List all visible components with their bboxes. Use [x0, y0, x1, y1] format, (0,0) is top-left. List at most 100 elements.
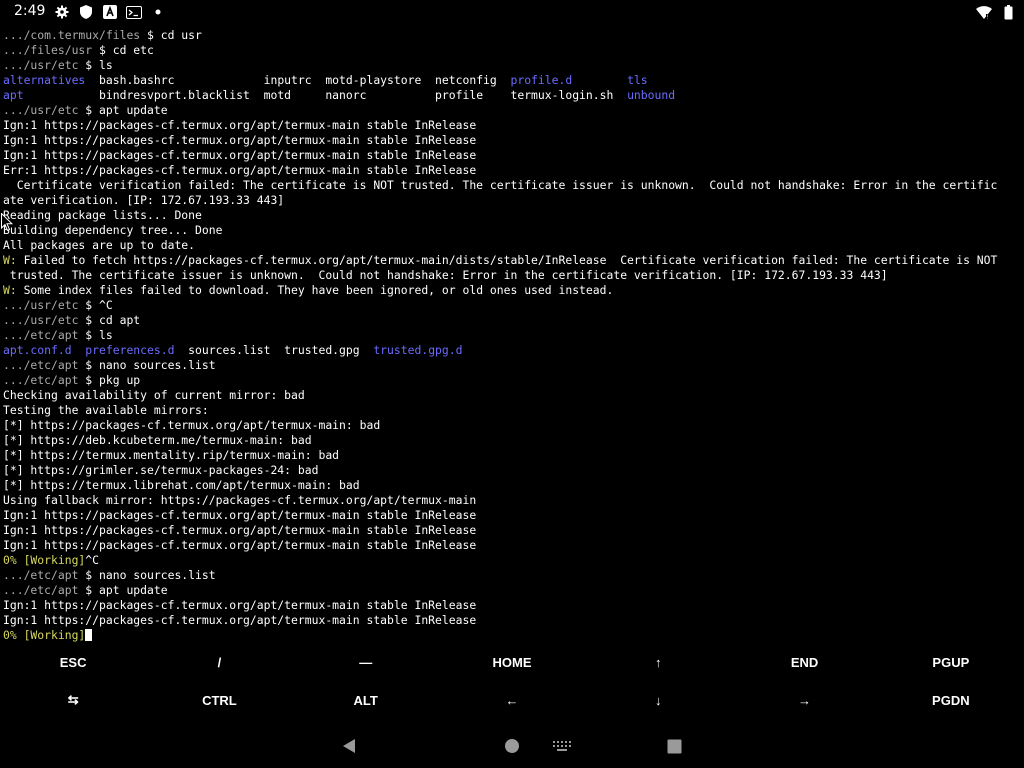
terminal-line: .../usr/etc $ ^C — [3, 298, 1021, 313]
terminal-line: .../etc/apt $ nano sources.list — [3, 358, 1021, 373]
terminal-line: .../etc/apt $ ls — [3, 328, 1021, 343]
terminal-notification-icon — [126, 4, 142, 20]
terminal-text-segment: Building dependency tree... Done — [3, 223, 223, 237]
terminal-line: .../usr/etc $ apt update — [3, 103, 1021, 118]
wifi-icon: ! — [976, 4, 992, 20]
key-alt[interactable]: ALT — [293, 681, 439, 719]
terminal-text-segment: .../usr/etc — [3, 103, 86, 117]
key-pgup[interactable]: PGUP — [878, 643, 1024, 681]
mouse-pointer-icon — [0, 212, 14, 236]
terminal-text-segment: $ cd apt — [85, 313, 141, 327]
terminal-text-segment: apt.conf.d — [3, 343, 72, 357]
terminal-text-segment: Using fallback mirror: https://packages-… — [3, 493, 477, 507]
terminal-text-segment: $ nano sources.list — [85, 358, 216, 372]
terminal-line: [*] https://packages-cf.termux.org/apt/t… — [3, 418, 1021, 433]
terminal-text-segment: $ nano sources.list — [85, 568, 216, 582]
svg-text:!: ! — [986, 14, 988, 19]
status-icons-right: ! — [976, 4, 1016, 20]
key-slash[interactable]: / — [146, 643, 292, 681]
gear-icon — [54, 4, 70, 20]
terminal-text-segment: [*] https://termux.librehat.com/apt/term… — [3, 478, 360, 492]
terminal-text-segment: .../etc/apt — [3, 373, 86, 387]
terminal-text-segment: Ign:1 https://packages-cf.termux.org/apt… — [3, 118, 477, 132]
key-right-arrow[interactable]: → — [731, 681, 877, 719]
back-icon[interactable] — [337, 734, 361, 758]
terminal-text-segment: Ign:1 https://packages-cf.termux.org/apt… — [3, 598, 477, 612]
terminal-text-segment: Certificate verification failed: The cer… — [3, 178, 998, 192]
terminal-text-segment: alternatives — [3, 73, 86, 87]
terminal-output[interactable]: .../com.termux/files $ cd usr .../files/u… — [3, 28, 1021, 646]
home-icon[interactable] — [500, 734, 524, 758]
terminal-line: Ign:1 https://packages-cf.termux.org/apt… — [3, 598, 1021, 613]
terminal-text-segment: bash.bashrc inputrc motd-playstore netco… — [85, 73, 511, 87]
terminal-text-segment: $ pkg up — [85, 373, 141, 387]
terminal-text-segment: .../usr/etc — [3, 298, 86, 312]
key-home[interactable]: HOME — [439, 643, 585, 681]
key-end[interactable]: END — [731, 643, 877, 681]
terminal-text-segment: apt — [3, 88, 24, 102]
terminal-line: Ign:1 https://packages-cf.termux.org/apt… — [3, 613, 1021, 628]
terminal-line: All packages are up to date. — [3, 238, 1021, 253]
key-ctrl[interactable]: CTRL — [146, 681, 292, 719]
key-esc[interactable]: ESC — [0, 643, 146, 681]
terminal-line: Ign:1 https://packages-cf.termux.org/apt… — [3, 538, 1021, 553]
terminal-line: alternatives bash.bashrc inputrc motd-pl… — [3, 73, 1021, 88]
terminal-line: [*] https://termux.mentality.rip/termux-… — [3, 448, 1021, 463]
terminal-text-segment: [*] https://deb.kcubeterm.me/termux-main… — [3, 433, 312, 447]
keyboard-icon[interactable] — [550, 734, 574, 758]
terminal-text-segment: Reading package lists... Done — [3, 208, 202, 222]
terminal-text-segment: Some index files failed to download. The… — [16, 283, 614, 297]
terminal-text-segment: Ign:1 https://packages-cf.termux.org/apt… — [3, 538, 477, 552]
terminal-line: .../etc/apt $ nano sources.list — [3, 568, 1021, 583]
recents-icon[interactable] — [662, 734, 686, 758]
extra-keys-row-1: ESC / — HOME ↑ END PGUP — [0, 643, 1024, 681]
terminal-line: Using fallback mirror: https://packages-… — [3, 493, 1021, 508]
terminal-text-segment: 0% [Working] — [3, 628, 86, 642]
terminal-text-segment: sources.list trusted.gpg — [174, 343, 374, 357]
terminal-line: Checking availability of current mirror:… — [3, 388, 1021, 403]
terminal-text-segment: Checking availability of current mirror:… — [3, 388, 305, 402]
terminal-text-segment: W: — [3, 253, 17, 267]
terminal-text-segment: unbound — [627, 88, 676, 102]
terminal-text-segment: trusted.gpg.d — [373, 343, 463, 357]
terminal-line: Testing the available mirrors: — [3, 403, 1021, 418]
key-dash[interactable]: — — [293, 643, 439, 681]
status-bar: 2:49 ! — [0, 0, 1024, 24]
shield-icon — [78, 4, 94, 20]
key-left-arrow[interactable]: ← — [439, 681, 585, 719]
terminal-line: Ign:1 https://packages-cf.termux.org/apt… — [3, 118, 1021, 133]
terminal-text-segment: $ ^C — [85, 298, 113, 312]
terminal-line: [*] https://termux.librehat.com/apt/term… — [3, 478, 1021, 493]
terminal-line: [*] https://grimler.se/termux-packages-2… — [3, 463, 1021, 478]
terminal-line: W: Failed to fetch https://packages-cf.t… — [3, 253, 1021, 268]
terminal-text-segment: $ ls — [85, 328, 113, 342]
key-tab[interactable]: ⇆ — [0, 681, 146, 719]
a-app-icon — [102, 4, 118, 20]
terminal-text-segment: .../etc/apt — [3, 568, 86, 582]
terminal-line: .../com.termux/files $ cd usr — [3, 28, 1021, 43]
terminal-line: .../usr/etc $ cd apt — [3, 313, 1021, 328]
terminal-line: Reading package lists... Done — [3, 208, 1021, 223]
terminal-text-segment: $ apt update — [85, 583, 168, 597]
terminal-text-segment: Ign:1 https://packages-cf.termux.org/apt… — [3, 133, 477, 147]
dot-icon — [150, 4, 166, 20]
navigation-bar — [0, 724, 1024, 768]
extra-keys-row-2: ⇆ CTRL ALT ← ↓ → PGDN — [0, 681, 1024, 719]
terminal-line: Ign:1 https://packages-cf.termux.org/apt… — [3, 523, 1021, 538]
key-pgdn[interactable]: PGDN — [878, 681, 1024, 719]
key-down-arrow[interactable]: ↓ — [585, 681, 731, 719]
terminal-text-segment: preferences.d — [85, 343, 175, 357]
status-time: 2:49 — [14, 3, 46, 19]
key-up-arrow[interactable]: ↑ — [585, 643, 731, 681]
terminal-text-segment: W: — [3, 283, 17, 297]
terminal-text-segment: tls — [627, 73, 648, 87]
terminal-text-segment: profile.d — [510, 73, 573, 87]
terminal-text-segment: $ ls — [85, 58, 113, 72]
terminal-line: Ign:1 https://packages-cf.termux.org/apt… — [3, 148, 1021, 163]
terminal-line: Building dependency tree... Done — [3, 223, 1021, 238]
terminal-text-segment: [*] https://packages-cf.termux.org/apt/t… — [3, 418, 381, 432]
terminal-line: Ign:1 https://packages-cf.termux.org/apt… — [3, 508, 1021, 523]
terminal-line: 0% [Working]^C — [3, 553, 1021, 568]
terminal-text-segment: $ cd etc — [99, 43, 154, 57]
